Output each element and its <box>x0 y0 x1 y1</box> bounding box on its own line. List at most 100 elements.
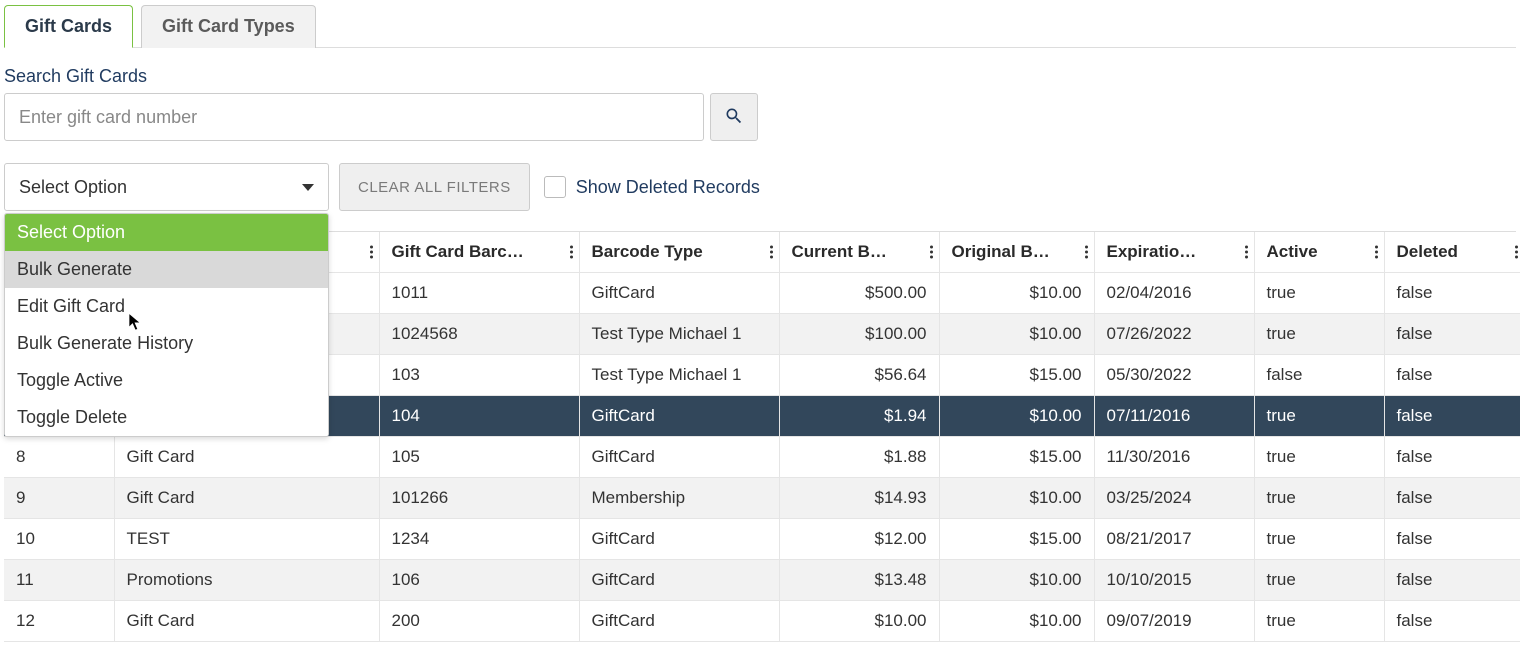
search-button[interactable] <box>710 93 758 141</box>
cell-original-balance: $15.00 <box>939 437 1094 478</box>
table-row[interactable]: 8Gift Card105GiftCard$1.88$15.0011/30/20… <box>4 437 1520 478</box>
col-header-active[interactable]: Active <box>1254 232 1384 273</box>
cell-barcode-type: Test Type Michael 1 <box>579 314 779 355</box>
col-header-expiration[interactable]: Expiratio… <box>1094 232 1254 273</box>
cell-barcode: 101266 <box>379 478 579 519</box>
cell-id: 11 <box>4 560 114 601</box>
cell-original-balance: $10.00 <box>939 601 1094 642</box>
cell-barcode-type: Membership <box>579 478 779 519</box>
dropdown-item-edit-gift-card[interactable]: Edit Gift Card <box>5 288 328 325</box>
kebab-icon[interactable] <box>570 246 573 259</box>
kebab-icon[interactable] <box>1375 246 1378 259</box>
cell-deleted: false <box>1384 355 1520 396</box>
cell-deleted: false <box>1384 396 1520 437</box>
search-input[interactable] <box>4 93 704 141</box>
tab-gift-cards[interactable]: Gift Cards <box>4 5 133 48</box>
cell-barcode: 105 <box>379 437 579 478</box>
cell-active: true <box>1254 601 1384 642</box>
cell-barcode: 103 <box>379 355 579 396</box>
select-option-menu: Select Option Bulk Generate Edit Gift Ca… <box>4 213 329 437</box>
cell-current-balance: $1.94 <box>779 396 939 437</box>
cell-barcode-type: GiftCard <box>579 519 779 560</box>
cell-barcode: 106 <box>379 560 579 601</box>
cell-original-balance: $15.00 <box>939 355 1094 396</box>
cell-barcode: 1011 <box>379 273 579 314</box>
cell-active: true <box>1254 273 1384 314</box>
cell-id: 12 <box>4 601 114 642</box>
cell-expiration: 07/11/2016 <box>1094 396 1254 437</box>
kebab-icon[interactable] <box>1515 246 1518 259</box>
cell-current-balance: $10.00 <box>779 601 939 642</box>
tab-gift-card-types[interactable]: Gift Card Types <box>141 5 316 48</box>
cell-original-balance: $10.00 <box>939 314 1094 355</box>
dropdown-item-bulk-generate[interactable]: Bulk Generate <box>5 251 328 288</box>
cell-active: false <box>1254 355 1384 396</box>
cell-current-balance: $500.00 <box>779 273 939 314</box>
cell-barcode-type: GiftCard <box>579 437 779 478</box>
col-header-current-balance[interactable]: Current B… <box>779 232 939 273</box>
select-option-dropdown[interactable]: Select Option <box>4 163 329 211</box>
cell-current-balance: $56.64 <box>779 355 939 396</box>
cell-barcode: 1024568 <box>379 314 579 355</box>
cell-current-balance: $1.88 <box>779 437 939 478</box>
cell-original-balance: $10.00 <box>939 396 1094 437</box>
cell-expiration: 03/25/2024 <box>1094 478 1254 519</box>
cell-expiration: 05/30/2022 <box>1094 355 1254 396</box>
cell-active: true <box>1254 560 1384 601</box>
cell-name: Gift Card <box>114 478 379 519</box>
col-header-barcode-type[interactable]: Barcode Type <box>579 232 779 273</box>
show-deleted-label: Show Deleted Records <box>576 177 760 198</box>
col-header-deleted[interactable]: Deleted <box>1384 232 1520 273</box>
dropdown-item-bulk-generate-history[interactable]: Bulk Generate History <box>5 325 328 362</box>
cell-id: 10 <box>4 519 114 560</box>
table-row[interactable]: 11Promotions106GiftCard$13.48$10.0010/10… <box>4 560 1520 601</box>
cell-expiration: 07/26/2022 <box>1094 314 1254 355</box>
cell-expiration: 09/07/2019 <box>1094 601 1254 642</box>
dropdown-item-select-option[interactable]: Select Option <box>5 214 328 251</box>
cell-name: TEST <box>114 519 379 560</box>
cell-deleted: false <box>1384 478 1520 519</box>
cell-barcode-type: GiftCard <box>579 560 779 601</box>
cell-deleted: false <box>1384 601 1520 642</box>
kebab-icon[interactable] <box>370 246 373 259</box>
cell-id: 9 <box>4 478 114 519</box>
cell-deleted: false <box>1384 437 1520 478</box>
col-header-original-balance[interactable]: Original B… <box>939 232 1094 273</box>
dropdown-item-toggle-active[interactable]: Toggle Active <box>5 362 328 399</box>
cell-original-balance: $10.00 <box>939 273 1094 314</box>
tabs: Gift Cards Gift Card Types <box>4 0 1516 48</box>
kebab-icon[interactable] <box>1245 246 1248 259</box>
cell-current-balance: $12.00 <box>779 519 939 560</box>
table-row[interactable]: 9Gift Card101266Membership$14.93$10.0003… <box>4 478 1520 519</box>
kebab-icon[interactable] <box>770 246 773 259</box>
cell-barcode: 200 <box>379 601 579 642</box>
dropdown-item-toggle-delete[interactable]: Toggle Delete <box>5 399 328 436</box>
cell-expiration: 11/30/2016 <box>1094 437 1254 478</box>
show-deleted-checkbox[interactable] <box>544 176 566 198</box>
cell-barcode: 104 <box>379 396 579 437</box>
cell-id: 8 <box>4 437 114 478</box>
cell-deleted: false <box>1384 314 1520 355</box>
cell-active: true <box>1254 396 1384 437</box>
select-option-label: Select Option <box>19 177 127 198</box>
cell-original-balance: $10.00 <box>939 478 1094 519</box>
kebab-icon[interactable] <box>930 246 933 259</box>
cell-name: Promotions <box>114 560 379 601</box>
cell-deleted: false <box>1384 273 1520 314</box>
cell-expiration: 10/10/2015 <box>1094 560 1254 601</box>
kebab-icon[interactable] <box>1085 246 1088 259</box>
cell-barcode-type: GiftCard <box>579 601 779 642</box>
cell-current-balance: $14.93 <box>779 478 939 519</box>
table-row[interactable]: 12Gift Card200GiftCard$10.00$10.0009/07/… <box>4 601 1520 642</box>
cell-active: true <box>1254 314 1384 355</box>
clear-all-filters-button[interactable]: Clear All Filters <box>339 163 530 211</box>
cell-expiration: 08/21/2017 <box>1094 519 1254 560</box>
cell-current-balance: $100.00 <box>779 314 939 355</box>
table-row[interactable]: 10TEST1234GiftCard$12.00$15.0008/21/2017… <box>4 519 1520 560</box>
cell-active: true <box>1254 478 1384 519</box>
cell-name: Gift Card <box>114 601 379 642</box>
cell-deleted: false <box>1384 560 1520 601</box>
col-header-barcode[interactable]: Gift Card Barc… <box>379 232 579 273</box>
cell-active: true <box>1254 437 1384 478</box>
cell-barcode: 1234 <box>379 519 579 560</box>
